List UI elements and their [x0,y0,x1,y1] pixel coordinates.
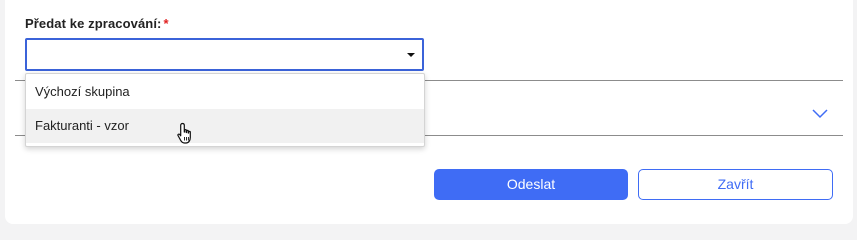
close-button[interactable]: Zavřít [638,169,833,200]
chevron-down-icon[interactable] [811,107,829,119]
required-mark: * [163,16,169,31]
field-label: Předat ke zpracování: * [25,16,169,31]
hand-pointer-icon [177,122,191,144]
handover-select[interactable] [25,38,424,71]
field-label-text: Předat ke zpracování: [25,16,162,31]
caret-down-icon[interactable] [407,53,415,57]
dropdown-option-hovered[interactable]: Fakturanti - vzor [26,109,424,143]
submit-button[interactable]: Odeslat [434,169,628,200]
dropdown-option[interactable]: Výchozí skupina [26,75,424,109]
dropdown-menu: Výchozí skupina Fakturanti - vzor [25,73,425,147]
